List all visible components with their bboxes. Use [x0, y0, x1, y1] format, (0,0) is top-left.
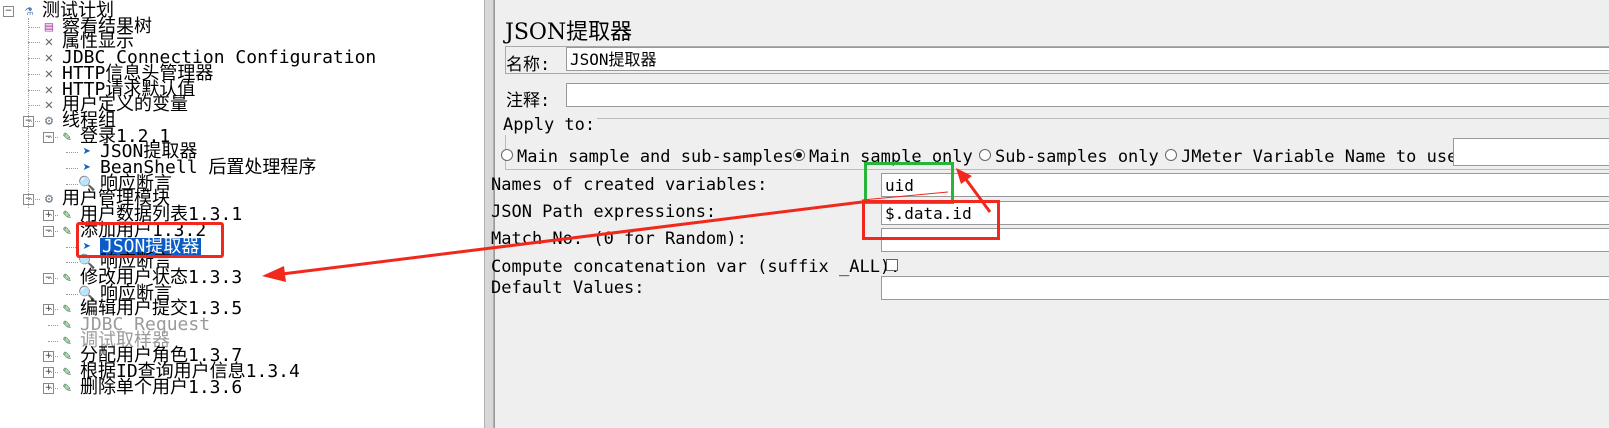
tree-connector-line [28, 18, 29, 209]
tree-connector-line [28, 89, 40, 91]
radio-label: JMeter Variable Name to use [1181, 147, 1458, 167]
pen-icon: ✎ [62, 348, 72, 365]
radio-dot-icon [501, 149, 513, 161]
match-no-label: Match No. (0 for Random): [491, 229, 747, 249]
tree-connector-line [48, 230, 58, 232]
tree-connector-line [48, 356, 58, 358]
tree-connector-line [48, 136, 58, 138]
pen-icon: ✎ [62, 222, 72, 239]
radio-label: Main sample and sub-samples [517, 147, 794, 167]
tree-connector-line [66, 183, 78, 185]
json-extractor-panel: JSON提取器 名称: JSON提取器 注释: Apply to: Main s… [491, 0, 1609, 428]
tree-connector-line [28, 26, 40, 28]
arrow-icon: ➤ [82, 160, 92, 176]
tree-connector-line [48, 325, 58, 326]
wrench-icon: ✕ [44, 34, 54, 51]
panel-title: JSON提取器 [505, 20, 633, 45]
tree-connector-line [48, 215, 58, 217]
pen-icon: ✎ [62, 317, 72, 333]
tree-connector-line [28, 105, 40, 107]
gear-icon: ⚙ [44, 191, 54, 208]
radio-dot-icon [979, 149, 991, 161]
tree-connector-line [28, 73, 40, 75]
radio-dot-icon [1165, 149, 1177, 161]
name-label: 名称: [506, 55, 551, 75]
tree-node-label: 删除单个用户1.3.6 [80, 376, 243, 398]
tree-connector-line [48, 309, 58, 311]
apply-to-legend: Apply to: [501, 115, 598, 135]
arrow-icon: ➤ [82, 144, 92, 161]
tree-connector-line [66, 293, 78, 295]
tree-connector-line [48, 387, 58, 389]
tree-connector-line [28, 42, 40, 44]
gear-icon: ⚙ [44, 112, 54, 129]
wrench-icon: ✕ [44, 81, 54, 98]
comment-label: 注释: [506, 91, 551, 111]
concat-checkbox[interactable] [886, 259, 898, 271]
pen-icon: ✎ [62, 128, 72, 145]
json-path-highlight-box [862, 200, 1000, 240]
names-label: Names of created variables: [491, 175, 768, 195]
pen-icon: ✎ [62, 301, 72, 318]
wrench-icon: ✕ [44, 50, 54, 67]
pen-icon: ✎ [62, 207, 72, 224]
variable-name-highlight-box [864, 162, 954, 204]
tree-connector-line [48, 277, 58, 279]
radio-sub-only[interactable]: Sub-samples only [979, 147, 1159, 167]
default-values-input[interactable] [881, 276, 1609, 300]
variable-names-input[interactable]: uid [881, 173, 1609, 197]
json-path-label: JSON Path expressions: [491, 202, 717, 222]
tree-connector-line [66, 262, 78, 264]
wrench-icon: ✕ [44, 97, 54, 114]
tree-connector-line [28, 120, 40, 122]
flask-icon: ⚗ [24, 3, 34, 19]
name-row: 名称: JSON提取器 [505, 46, 1609, 75]
tree-connector-line [28, 199, 40, 201]
tree-selection-highlight-box [76, 222, 224, 258]
comment-row: 注释: [505, 80, 1609, 111]
default-values-label: Default Values: [491, 278, 645, 298]
radio-main-and-sub[interactable]: Main sample and sub-samples [501, 147, 793, 167]
comment-field[interactable] [566, 83, 1609, 107]
jmeter-variable-name-input[interactable] [1453, 138, 1609, 166]
pen-icon: ✎ [62, 269, 72, 286]
pen-icon: ✎ [62, 332, 72, 349]
pen-icon: ✎ [62, 364, 72, 381]
concat-label: Compute concatenation var (suffix _ALL): [491, 257, 901, 277]
wrench-icon: ✕ [44, 65, 54, 82]
collapse-icon[interactable]: − [3, 6, 14, 17]
tree-connector-line [48, 340, 58, 342]
tree-connector-line [28, 58, 40, 60]
name-field[interactable]: JSON提取器 [566, 47, 1609, 71]
radio-jmeter-variable[interactable]: JMeter Variable Name to use [1165, 147, 1457, 167]
radio-dot-selected-icon [793, 149, 805, 161]
pen-icon: ✎ [62, 379, 72, 396]
test-plan-tree: ⚗ 测试计划 − ▤ 察看结果树 ✕ 属性显示 ✕ JDBC Connection Config… [0, 0, 484, 428]
tree-connector-line [48, 372, 58, 374]
tree-connector-line [66, 152, 78, 154]
tree-connector-line [66, 168, 78, 169]
chart-icon: ▤ [44, 18, 54, 35]
radio-label: Sub-samples only [995, 147, 1159, 167]
